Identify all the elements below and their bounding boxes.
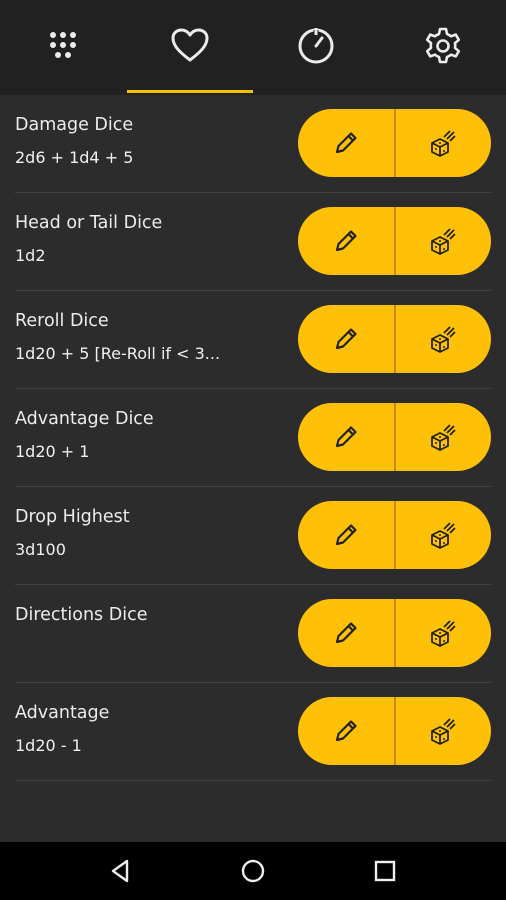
dice-formula: 1d20 + 1: [15, 442, 90, 461]
nav-recents-button[interactable]: [365, 851, 405, 891]
dice-name: Head or Tail Dice: [15, 213, 163, 233]
pencil-icon: [335, 230, 357, 252]
roll-button[interactable]: [393, 403, 492, 471]
dice-formula: 1d20 + 5 [Re-Roll if < 3...: [15, 344, 221, 363]
pencil-icon: [335, 132, 357, 154]
dice-list: Damage Dice 2d6 + 1d4 + 5 Head or Tail D…: [0, 95, 506, 781]
list-item[interactable]: Damage Dice 2d6 + 1d4 + 5: [15, 95, 491, 193]
pencil-icon: [335, 524, 357, 546]
dice-roll-icon: [431, 620, 456, 647]
dice-name: Advantage: [15, 703, 110, 723]
tab-bar: [0, 0, 506, 95]
edit-button[interactable]: [298, 403, 394, 471]
tab-dice[interactable]: [0, 0, 127, 95]
edit-button[interactable]: [298, 109, 394, 177]
list-item[interactable]: Head or Tail Dice 1d2: [15, 193, 491, 291]
dice-formula: 3d100: [15, 540, 66, 559]
roll-button[interactable]: [393, 697, 492, 765]
dice-roll-icon: [431, 326, 456, 353]
roll-button[interactable]: [393, 305, 492, 373]
dice-roll-icon: [431, 522, 456, 549]
dice-formula: 2d6 + 1d4 + 5: [15, 148, 134, 167]
row-actions: [298, 305, 491, 373]
nav-back-button[interactable]: [101, 851, 141, 891]
gear-icon: [425, 27, 460, 63]
roll-button[interactable]: [393, 501, 492, 569]
row-actions: [298, 697, 491, 765]
list-item[interactable]: Advantage 1d20 - 1: [15, 683, 491, 781]
nav-home-button[interactable]: [233, 851, 273, 891]
row-actions: [298, 109, 491, 177]
recents-icon: [374, 860, 396, 882]
row-actions: [298, 403, 491, 471]
tab-timer[interactable]: [253, 0, 380, 95]
list-item[interactable]: Advantage Dice 1d20 + 1: [15, 389, 491, 487]
dice-roll-icon: [431, 718, 456, 745]
pencil-icon: [335, 720, 357, 742]
edit-button[interactable]: [298, 599, 394, 667]
back-icon: [111, 859, 129, 883]
pencil-icon: [335, 622, 357, 644]
dice-roll-icon: [431, 424, 456, 451]
edit-button[interactable]: [298, 501, 394, 569]
timer-icon: [298, 27, 334, 63]
dice-formula: 1d20 - 1: [15, 736, 82, 755]
dice-formula: 1d2: [15, 246, 46, 265]
row-actions: [298, 501, 491, 569]
app-root: Damage Dice 2d6 + 1d4 + 5 Head or Tail D…: [0, 0, 506, 900]
list-item[interactable]: Reroll Dice 1d20 + 5 [Re-Roll if < 3...: [15, 291, 491, 389]
list-item[interactable]: Drop Highest 3d100: [15, 487, 491, 585]
dice-name: Reroll Dice: [15, 311, 109, 331]
row-actions: [298, 207, 491, 275]
dice-name: Damage Dice: [15, 115, 134, 135]
dice-grid-icon: [50, 31, 77, 58]
heart-icon: [171, 28, 209, 61]
edit-button[interactable]: [298, 305, 394, 373]
edit-button[interactable]: [298, 207, 394, 275]
roll-button[interactable]: [393, 599, 492, 667]
edit-button[interactable]: [298, 697, 394, 765]
tab-settings[interactable]: [380, 0, 506, 95]
dice-roll-icon: [431, 130, 456, 157]
roll-button[interactable]: [393, 109, 492, 177]
system-nav-bar: [0, 842, 506, 900]
list-item[interactable]: Directions Dice: [15, 585, 491, 683]
pencil-icon: [335, 328, 357, 350]
dice-name: Advantage Dice: [15, 409, 154, 429]
home-icon: [241, 859, 265, 883]
dice-roll-icon: [431, 228, 456, 255]
pencil-icon: [335, 426, 357, 448]
dice-name: Drop Highest: [15, 507, 130, 527]
row-actions: [298, 599, 491, 667]
tab-selected-indicator: [126, 90, 253, 93]
tab-favorites[interactable]: [126, 0, 253, 95]
roll-button[interactable]: [393, 207, 492, 275]
dice-name: Directions Dice: [15, 605, 148, 625]
